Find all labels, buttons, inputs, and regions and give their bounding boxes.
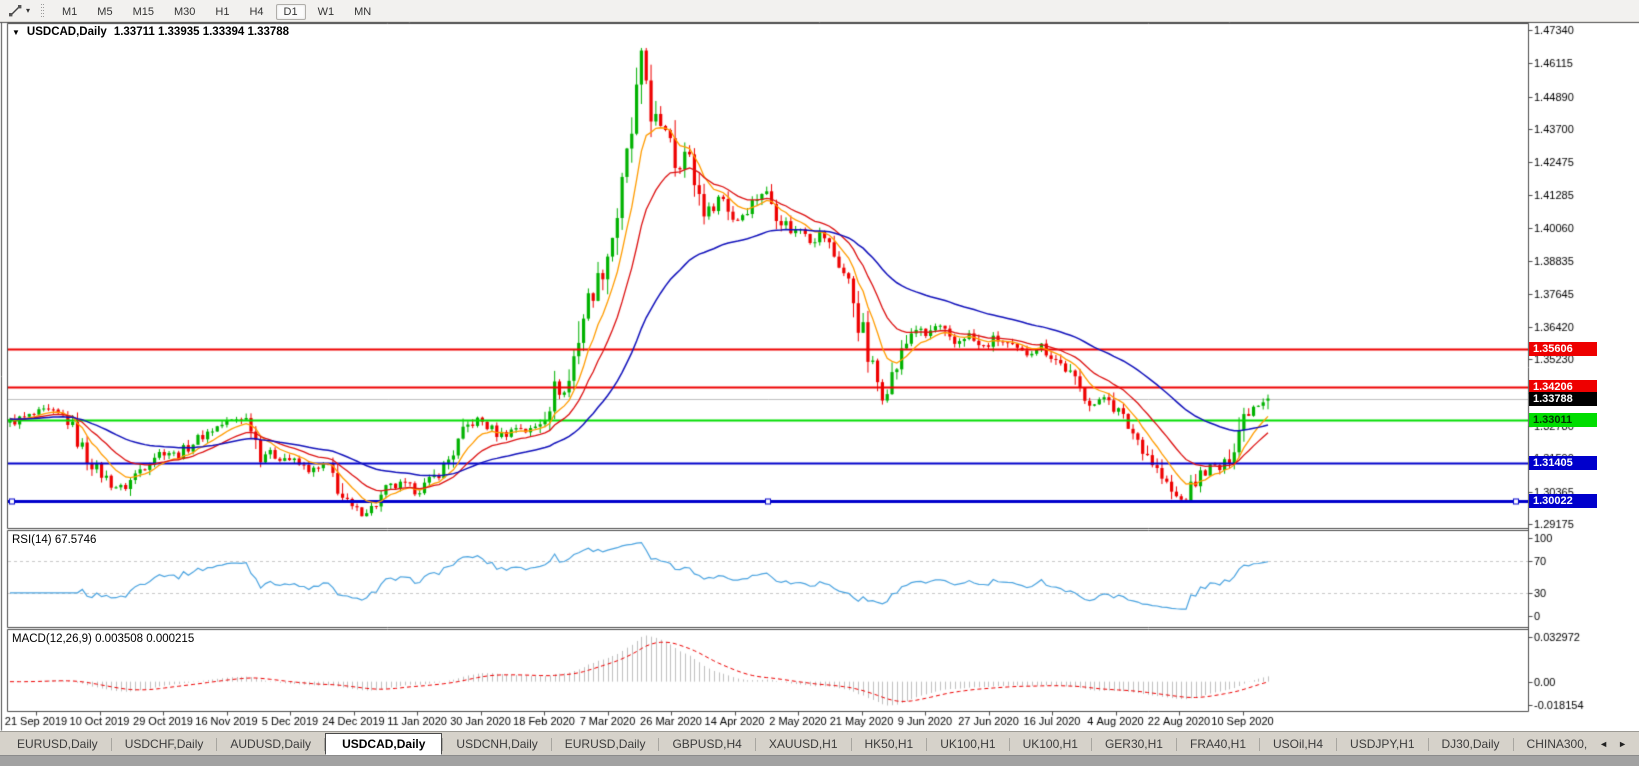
- price-chart-canvas[interactable]: [0, 0, 1639, 731]
- tab-CHINA300-H1[interactable]: CHINA300,H1: [1514, 734, 1588, 754]
- status-strip: [0, 755, 1639, 766]
- timeframe-button-MN[interactable]: MN: [346, 4, 379, 20]
- macd-indicator-label: MACD(12,26,9) 0.003508 0.000215: [12, 633, 195, 645]
- price-badge-current-1.33788: 1.33788: [1529, 391, 1597, 406]
- tab-HK50-H1[interactable]: HK50,H1: [852, 734, 927, 754]
- tab-AUDUSD-Daily[interactable]: AUDUSD,Daily: [217, 734, 324, 754]
- tab-scroll-arrows: ◄ ►: [1587, 739, 1639, 749]
- price-badge-1.30022: 1.30022: [1529, 493, 1597, 508]
- trendline-icon: [9, 4, 22, 16]
- chart-tab-bar: EURUSD,Daily USDCHF,Daily AUDUSD,Daily USDC…: [0, 731, 1639, 756]
- tab-USOil-H4[interactable]: USOil,H4: [1260, 734, 1336, 754]
- tab-DJ30-Daily[interactable]: DJ30,Daily: [1429, 734, 1513, 754]
- price-badge-1.31405: 1.31405: [1529, 456, 1597, 471]
- dropdown-caret-icon: ▾: [26, 6, 31, 15]
- tab-USDJPY-H1[interactable]: USDJPY,H1: [1337, 734, 1427, 754]
- chart-title: ▼ USDCAD,Daily 1.33711 1.33935 1.33394 1…: [12, 26, 289, 38]
- timeframe-button-group: M1 M5 M15 M30 H1 H4 D1 W1 MN: [52, 2, 381, 20]
- tab-USDCNH-Daily[interactable]: USDCNH,Daily: [443, 734, 550, 754]
- tab-FRA40-H1[interactable]: FRA40,H1: [1177, 734, 1259, 754]
- toolbar: ▾ M1 M5 M15 M30 H1 H4 D1 W1 MN: [0, 0, 1639, 22]
- timeframe-button-H1[interactable]: H1: [207, 4, 237, 20]
- chart-symbol-title: USDCAD,Daily: [26, 26, 107, 38]
- timeframe-button-M30[interactable]: M30: [166, 4, 203, 20]
- tab-UK100-H1[interactable]: UK100,H1: [1010, 734, 1091, 754]
- timeframe-button-D1[interactable]: D1: [275, 3, 306, 20]
- tabs-scroll-left-button[interactable]: ◄: [1599, 739, 1608, 749]
- tab-GER30-H1[interactable]: GER30,H1: [1092, 734, 1176, 754]
- tabs-scroll-right-button[interactable]: ►: [1618, 739, 1627, 749]
- timeframe-button-H4[interactable]: H4: [241, 4, 271, 20]
- price-badge-1.35606: 1.35606: [1529, 342, 1597, 357]
- timeframe-button-W1[interactable]: W1: [310, 4, 343, 20]
- tab-USDCHF-Daily[interactable]: USDCHF,Daily: [112, 734, 217, 754]
- tab-GBPUSD-H4[interactable]: GBPUSD,H4: [659, 734, 754, 754]
- price-badge-1.33011: 1.33011: [1529, 412, 1597, 427]
- tab-USDCAD-Daily[interactable]: USDCAD,Daily: [325, 732, 443, 755]
- rsi-indicator-label: RSI(14) 67.5746: [12, 534, 97, 546]
- toolbar-grip[interactable]: [41, 3, 45, 18]
- tab-EURUSD-Daily[interactable]: EURUSD,Daily: [4, 734, 111, 754]
- timeframe-button-M15[interactable]: M15: [125, 4, 162, 20]
- timeframe-button-M5[interactable]: M5: [89, 4, 120, 20]
- chart-ohlc-values: 1.33711 1.33935 1.33394 1.33788: [113, 26, 290, 38]
- chart-tabs: EURUSD,Daily USDCHF,Daily AUDUSD,Daily USDC…: [0, 732, 1587, 756]
- timeframe-button-M1[interactable]: M1: [54, 4, 85, 20]
- collapse-chart-icon[interactable]: ▼: [12, 28, 20, 37]
- line-tool-button[interactable]: ▾: [3, 2, 35, 20]
- tab-XAUUSD-H1[interactable]: XAUUSD,H1: [756, 734, 851, 754]
- tab-UK100-H1[interactable]: UK100,H1: [927, 734, 1008, 754]
- tab-EURUSD-Daily[interactable]: EURUSD,Daily: [552, 734, 659, 754]
